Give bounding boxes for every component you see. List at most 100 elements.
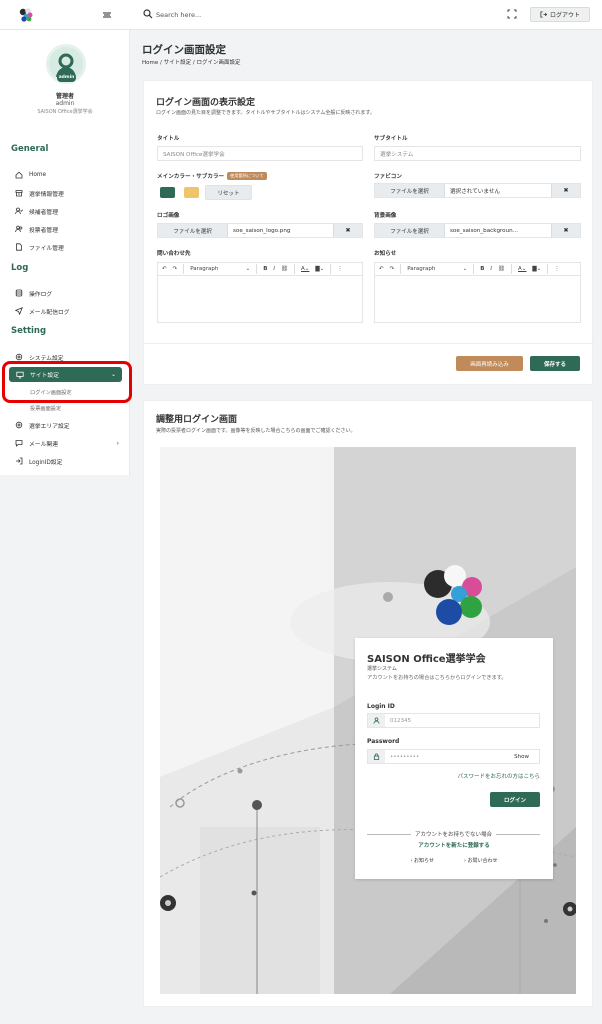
contact-link[interactable]: › お問い合わせ <box>464 857 498 864</box>
home-icon <box>15 171 23 179</box>
logout-icon <box>540 11 547 18</box>
undo-icon[interactable]: ↶ <box>162 266 167 272</box>
reset-button[interactable]: リセット <box>205 185 252 200</box>
sidebar-item-home[interactable]: Home <box>15 168 125 182</box>
login-id-field[interactable]: 012345 <box>367 713 540 728</box>
user-check-icon <box>15 207 23 215</box>
redo-icon[interactable]: ↷ <box>390 266 395 272</box>
notice-editor[interactable]: ↶ ↷ Paragraph ⌄ B I ⛓ A⌄ ▇⌄ ⋮ <box>374 262 581 323</box>
breadcrumb-home[interactable]: Home <box>142 60 158 66</box>
chevron-down-icon: ⌄ <box>462 266 468 272</box>
send-icon <box>15 307 23 315</box>
more-icon[interactable]: ⋮ <box>337 266 343 272</box>
show-password-button[interactable]: Show <box>514 750 529 763</box>
sidebar-subitem-voting-screen[interactable]: 投票画面設定 <box>30 405 61 412</box>
bold-icon[interactable]: B <box>480 266 484 272</box>
user-org: SAISON Office選挙学会 <box>37 109 93 115</box>
sidebar-item-voters[interactable]: 投票者管理 <box>15 222 125 236</box>
sidebar: admin 管理者 admin SAISON Office選挙学会 Genera… <box>0 30 130 475</box>
search-input[interactable] <box>156 8 276 21</box>
logo-clear-icon[interactable]: ✖ <box>333 224 362 237</box>
contact-label: 問い合わせ先 <box>157 251 191 257</box>
sidebar-item-mail-log[interactable]: メール配信ログ <box>15 304 125 318</box>
paragraph-select[interactable]: Paragraph ⌄ <box>407 266 467 272</box>
more-icon[interactable]: ⋮ <box>554 266 560 272</box>
contact-editor-toolbar: ↶ ↷ Paragraph ⌄ B I ⛓ A⌄ ▇⌄ ⋮ <box>158 263 362 276</box>
app-logo-icon[interactable] <box>18 8 34 22</box>
font-color-icon[interactable]: A⌄ <box>518 266 526 272</box>
highlight-color-icon[interactable]: ▇⌄ <box>532 266 541 272</box>
message-icon <box>15 440 23 447</box>
sub-color-swatch[interactable] <box>184 187 199 198</box>
save-button[interactable]: 保存する <box>530 356 580 371</box>
sidebar-item-area[interactable]: 選挙エリア設定 <box>15 418 125 432</box>
sidebar-item-candidates[interactable]: 候補者管理 <box>15 204 125 218</box>
login-button[interactable]: ログイン <box>490 792 540 807</box>
logout-button[interactable]: ログアウト <box>530 7 590 22</box>
link-icon[interactable]: ⛓ <box>498 266 505 272</box>
italic-icon[interactable]: I <box>273 266 275 272</box>
no-account-text: アカウントをお持ちでない場合 <box>415 832 493 838</box>
login-id-placeholder: 012345 <box>390 717 411 724</box>
title-label: タイトル <box>157 136 180 142</box>
login-icon <box>16 457 23 465</box>
background-clear-icon[interactable]: ✖ <box>551 224 580 237</box>
reload-button[interactable]: 画面再読み込み <box>456 356 523 371</box>
menu-toggle-icon[interactable] <box>100 8 114 22</box>
title-input[interactable]: SAISON Office選挙学会 <box>157 146 363 161</box>
sidebar-item-elections[interactable]: 選挙情報管理 <box>15 186 125 200</box>
breadcrumb-site[interactable]: サイト設定 <box>164 60 192 66</box>
settings-icon <box>15 421 23 429</box>
italic-icon[interactable]: I <box>490 266 492 272</box>
breadcrumb-current: ログイン画面設定 <box>196 60 241 66</box>
logo-label: ロゴ画像 <box>157 213 180 219</box>
footer-links: › お知らせ › お問い合わせ <box>355 857 553 864</box>
password-label: Password <box>367 738 400 745</box>
favicon-clear-icon[interactable]: ✖ <box>551 184 580 197</box>
favicon-file-name: 選択されていません <box>450 188 501 195</box>
register-link[interactable]: アカウントを新たに登録する <box>355 841 553 849</box>
link-icon[interactable]: ⛓ <box>281 266 288 272</box>
sidebar-item-label: 選挙エリア設定 <box>29 423 70 430</box>
logo-file-button[interactable]: ファイルを選択 <box>158 224 228 237</box>
color-usage-tag[interactable]: 使用箇所について <box>227 172 267 180</box>
display-settings-title: ログイン画面の表示設定 <box>156 98 256 108</box>
divider <box>144 343 594 344</box>
highlight-color-icon[interactable]: ▇⌄ <box>315 266 324 272</box>
sidebar-item-loginid[interactable]: LoginID設定 <box>15 454 125 468</box>
background-file-button[interactable]: ファイルを選択 <box>375 224 445 237</box>
login-id-label: Login ID <box>367 703 395 710</box>
sidebar-item-label: 操作ログ <box>29 291 53 298</box>
favicon-file-button[interactable]: ファイルを選択 <box>375 184 445 197</box>
redo-icon[interactable]: ↷ <box>173 266 178 272</box>
password-field[interactable]: ••••••••• Show <box>367 749 540 764</box>
preview-desc: 実際の投票者ログイン画面です。画像等を反映した場合こちらの画面でご確認ください。 <box>156 428 356 434</box>
chevron-right-icon: › <box>116 439 119 447</box>
notice-link[interactable]: › お知らせ <box>410 857 434 864</box>
paragraph-select[interactable]: Paragraph ⌄ <box>190 266 250 272</box>
logo-file-field: ファイルを選択 soe_saison_logo.png ✖ <box>157 223 363 238</box>
contact-editor[interactable]: ↶ ↷ Paragraph ⌄ B I ⛓ A⌄ ▇⌄ ⋮ <box>157 262 363 323</box>
brand-logo-icon <box>424 565 482 625</box>
main-color-swatch[interactable] <box>160 187 175 198</box>
breadcrumb: Home / サイト設定 / ログイン画面設定 <box>142 58 241 66</box>
section-log: Log <box>11 263 29 273</box>
notice-label: お知らせ <box>374 251 397 257</box>
subtitle-input[interactable]: 選挙システム <box>374 146 581 161</box>
logo-file-name: soe_saison_logo.png <box>233 227 291 234</box>
preview-title: 調整用ログイン画面 <box>156 415 238 425</box>
fullscreen-icon[interactable] <box>507 9 517 19</box>
undo-icon[interactable]: ↶ <box>379 266 384 272</box>
sidebar-item-files[interactable]: ファイル管理 <box>15 240 125 254</box>
user-name: admin <box>55 100 75 107</box>
background-file-name: soe_saison_backgroun... <box>450 227 519 234</box>
color-label: メインカラー・サブカラー 使用箇所について <box>157 172 267 180</box>
sidebar-item-mail[interactable]: メール関連 › <box>15 436 125 450</box>
paragraph-label: Paragraph <box>407 266 436 272</box>
sidebar-item-operation-log[interactable]: 操作ログ <box>15 286 125 300</box>
bold-icon[interactable]: B <box>263 266 267 272</box>
login-subtitle: 選挙システム <box>367 666 397 672</box>
font-color-icon[interactable]: A⌄ <box>301 266 309 272</box>
logout-label: ログアウト <box>549 12 580 19</box>
forgot-password-link[interactable]: パスワードをお忘れの方はこちら <box>457 772 540 780</box>
